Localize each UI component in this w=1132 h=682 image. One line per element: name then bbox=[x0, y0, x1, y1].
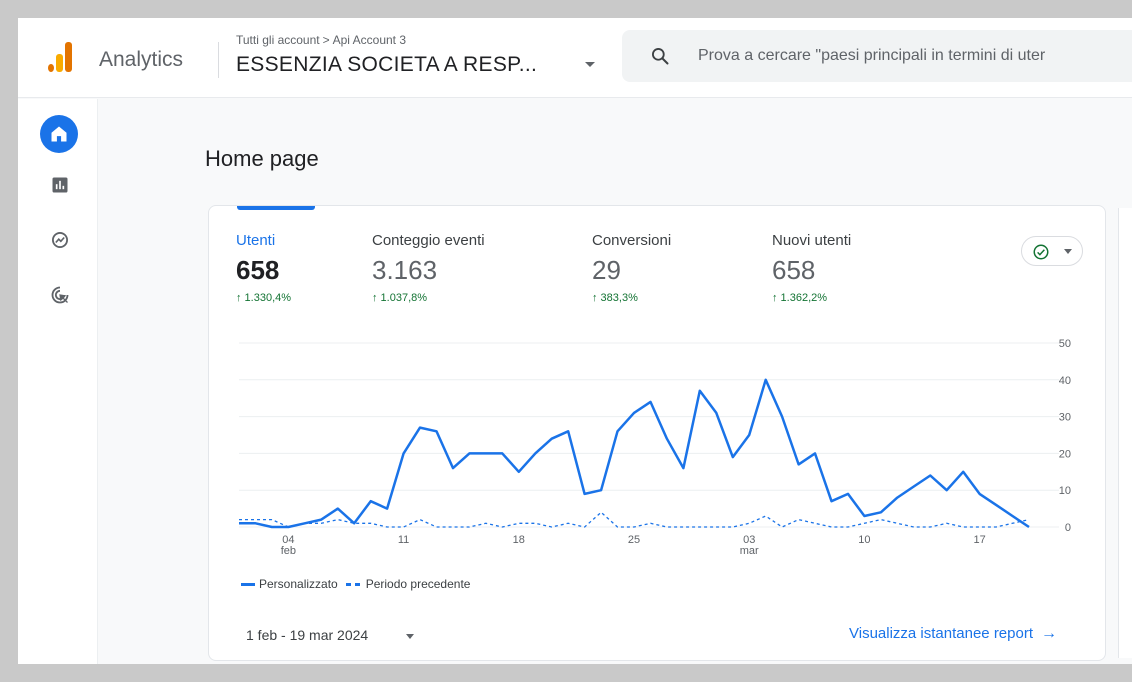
x-tick-sublabel: feb bbox=[281, 545, 296, 557]
metric-label: Nuovi utenti bbox=[772, 232, 852, 249]
metric-change: ↑ 1.037,8% bbox=[372, 292, 428, 304]
breadcrumb-parent: Tutti gli account bbox=[236, 33, 320, 47]
insights-toggle-button[interactable] bbox=[1021, 236, 1083, 266]
analytics-window: Analytics Tutti gli account > Api Account … bbox=[18, 18, 1132, 664]
metric-event-count[interactable]: Conteggio eventi 3.163 ↑ 1.037,8% bbox=[372, 232, 485, 304]
reports-icon[interactable] bbox=[50, 175, 70, 195]
nav-home-button[interactable] bbox=[40, 115, 78, 153]
metric-label: Conteggio eventi bbox=[372, 232, 485, 249]
metric-value: 658 bbox=[772, 255, 816, 285]
metric-change: ↑ 1.330,4% bbox=[236, 292, 292, 304]
left-nav bbox=[18, 99, 98, 664]
chart-legend: Personalizzato Periodo precedente bbox=[241, 577, 470, 591]
overview-card: Utenti 658 ↑ 1.330,4% Conteggio eventi 3… bbox=[208, 205, 1106, 661]
header-divider bbox=[218, 42, 219, 78]
advertising-icon[interactable] bbox=[50, 285, 70, 305]
x-tick-label: 11 bbox=[398, 534, 409, 546]
right-panel-edge bbox=[1118, 208, 1132, 658]
legend-solid-swatch bbox=[241, 582, 255, 586]
page-title: Home page bbox=[205, 146, 319, 171]
breadcrumb-account: Api Account 3 bbox=[332, 33, 407, 47]
check-circle-icon bbox=[1033, 244, 1049, 260]
metric-change: ↑ 383,3% bbox=[592, 292, 638, 304]
chevron-down-icon[interactable] bbox=[585, 62, 595, 67]
y-tick-label: 10 bbox=[1059, 485, 1071, 497]
metric-new-users[interactable]: Nuovi utenti 658 ↑ 1.362,2% bbox=[772, 232, 851, 304]
legend-previous: Periodo precedente bbox=[365, 577, 471, 591]
metric-value: 658 bbox=[236, 255, 280, 285]
breadcrumb-separator: > bbox=[322, 33, 330, 47]
active-tab-indicator bbox=[237, 206, 315, 210]
date-range-selector[interactable]: 1 feb - 19 mar 2024 bbox=[246, 627, 368, 643]
chevron-down-icon[interactable] bbox=[406, 634, 414, 639]
analytics-logo-icon[interactable] bbox=[48, 42, 74, 72]
metric-users[interactable]: Utenti 658 ↑ 1.330,4% bbox=[236, 232, 291, 304]
metric-change: ↑ 1.362,2% bbox=[772, 292, 828, 304]
x-tick-label: 18 bbox=[513, 534, 525, 546]
home-icon bbox=[51, 126, 67, 142]
y-tick-label: 0 bbox=[1065, 522, 1071, 534]
app-name: Analytics bbox=[99, 48, 184, 71]
metric-value: 3.163 bbox=[372, 255, 438, 285]
search-input[interactable]: Prova a cercare "paesi principali in ter… bbox=[698, 47, 1045, 65]
search-bar[interactable]: Prova a cercare "paesi principali in ter… bbox=[622, 30, 1132, 82]
y-tick-label: 30 bbox=[1059, 412, 1071, 424]
metric-label: Conversioni bbox=[592, 232, 672, 249]
legend-dashed-swatch bbox=[345, 582, 362, 586]
metric-conversions[interactable]: Conversioni 29 ↑ 383,3% bbox=[592, 232, 671, 304]
property-selector[interactable]: ESSENZIA SOCIETA A RESP... bbox=[236, 53, 537, 77]
metric-value: 29 bbox=[592, 255, 621, 285]
x-tick-label: 25 bbox=[628, 534, 640, 546]
chevron-down-icon bbox=[1064, 249, 1072, 254]
metric-label: Utenti bbox=[236, 232, 276, 249]
arrow-right-icon: → bbox=[1041, 625, 1057, 642]
view-report-snapshot-link[interactable]: Visualizza istantanee report → bbox=[849, 625, 1057, 643]
users-line-chart: 0102030405004feb11 18 25 03mar10 17 bbox=[239, 338, 1071, 557]
x-tick-label: 10 bbox=[858, 534, 870, 546]
y-tick-label: 50 bbox=[1059, 338, 1071, 350]
legend-current: Personalizzato bbox=[259, 577, 338, 591]
y-tick-label: 40 bbox=[1059, 375, 1071, 387]
view-link-label: Visualizza istantanee report bbox=[849, 625, 1033, 642]
x-tick-label: 17 bbox=[974, 534, 986, 546]
top-bar: Analytics Tutti gli account > Api Account … bbox=[18, 18, 1132, 98]
explore-icon[interactable] bbox=[50, 230, 70, 250]
x-tick-sublabel: mar bbox=[740, 545, 759, 557]
y-tick-label: 20 bbox=[1059, 448, 1071, 460]
search-icon bbox=[652, 48, 669, 65]
breadcrumb[interactable]: Tutti gli account > Api Account 3 bbox=[236, 33, 406, 47]
